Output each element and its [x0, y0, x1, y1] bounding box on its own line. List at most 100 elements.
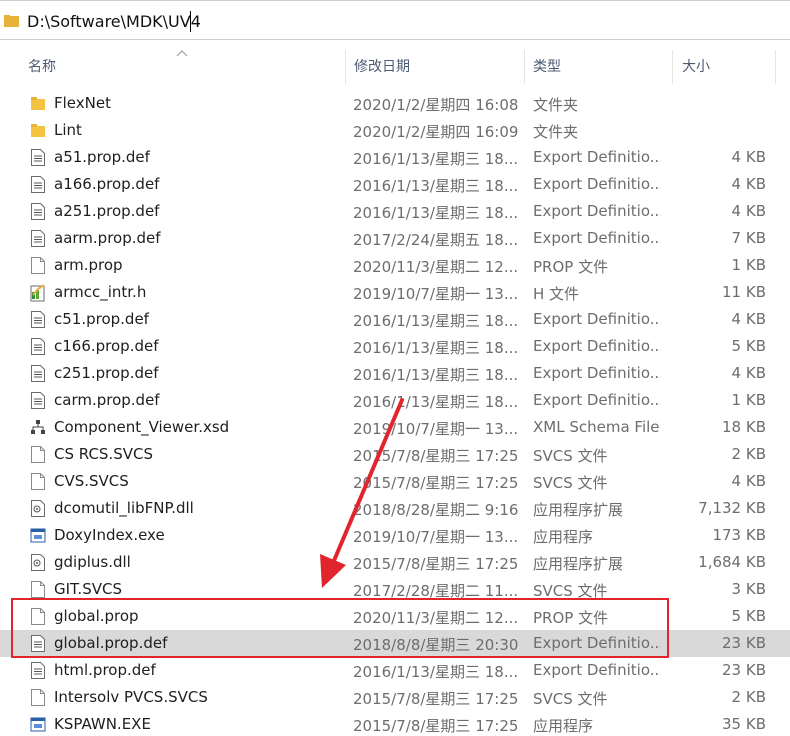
file-size: 5 KB — [731, 607, 766, 625]
file-type: Export Definitio... — [533, 310, 661, 328]
text-file-icon — [30, 391, 46, 410]
file-type: Export Definitio... — [533, 634, 661, 652]
file-row[interactable]: c166.prop.def 2016/1/13/星期三 18... Export D… — [0, 333, 790, 360]
file-row[interactable]: carm.prop.def 2016/1/13/星期三 18... Export D… — [0, 387, 790, 414]
file-type: SVCS 文件 — [533, 582, 608, 600]
file-row[interactable]: aarm.prop.def 2017/2/24/星期五 18... Export D… — [0, 225, 790, 252]
file-modified: 2020/1/2/星期四 16:08 — [353, 96, 519, 114]
file-modified: 2017/2/28/星期二 11... — [353, 582, 519, 600]
file-name: arm.prop — [54, 256, 123, 274]
file-row[interactable]: a51.prop.def 2016/1/13/星期三 18... Export De… — [0, 144, 790, 171]
file-name: Lint — [54, 121, 82, 139]
file-row[interactable]: c251.prop.def 2016/1/13/星期三 18... Export D… — [0, 360, 790, 387]
file-name: dcomutil_libFNP.dll — [54, 499, 194, 517]
column-size[interactable]: 大小 — [682, 50, 710, 84]
file-modified: 2016/1/13/星期三 18... — [353, 204, 519, 222]
file-row[interactable]: global.prop 2020/11/3/星期二 12... PROP 文件 5 K… — [0, 603, 790, 630]
file-name: GIT.SVCS — [54, 580, 122, 598]
file-size: 4 KB — [731, 310, 766, 328]
file-type: SVCS 文件 — [533, 447, 608, 465]
file-type: Export Definitio... — [533, 202, 661, 220]
column-type[interactable]: 类型 — [533, 50, 561, 84]
file-modified: 2016/1/13/星期三 18... — [353, 663, 519, 681]
file-name: carm.prop.def — [54, 391, 160, 409]
file-name: FlexNet — [54, 94, 111, 112]
file-row[interactable]: global.prop.def 2018/8/8/星期三 20:30 Export … — [0, 630, 790, 657]
file-row[interactable]: FlexNet 2020/1/2/星期四 16:08 文件夹 — [0, 90, 790, 117]
file-size: 4 KB — [731, 202, 766, 220]
column-header: 名称 修改日期 类型 大小 — [0, 50, 790, 84]
column-modified[interactable]: 修改日期 — [354, 50, 410, 84]
file-modified: 2019/10/7/星期一 13... — [353, 285, 519, 303]
file-type: Export Definitio... — [533, 229, 661, 247]
column-name[interactable]: 名称 — [28, 50, 56, 84]
file-row[interactable]: dcomutil_libFNP.dll 2018/8/28/星期二 9:16 应用程… — [0, 495, 790, 522]
file-row[interactable]: CS RCS.SVCS 2015/7/8/星期三 17:25 SVCS 文件 2 KB — [0, 441, 790, 468]
file-type: 应用程序扩展 — [533, 501, 624, 519]
file-row[interactable]: CVS.SVCS 2015/7/8/星期三 17:25 SVCS 文件 4 KB — [0, 468, 790, 495]
file-row[interactable]: html.prop.def 2016/1/13/星期三 18... Export D… — [0, 657, 790, 684]
blank-file-icon — [30, 607, 46, 626]
file-type: Export Definitio... — [533, 148, 661, 166]
file-name: Component_Viewer.xsd — [54, 418, 230, 436]
column-divider[interactable] — [775, 50, 776, 84]
file-row[interactable]: Intersolv PVCS.SVCS 2015/7/8/星期三 17:25 SVC… — [0, 684, 790, 711]
exe-file-icon — [30, 526, 46, 545]
text-file-icon — [30, 202, 46, 221]
file-size: 4 KB — [731, 364, 766, 382]
file-row[interactable]: gdiplus.dll 2015/7/8/星期三 17:25 应用程序扩展 1,684… — [0, 549, 790, 576]
address-bar[interactable]: D:\Software\MDK\UV4 — [0, 0, 790, 40]
file-size: 1,684 KB — [698, 553, 766, 571]
file-size: 23 KB — [722, 661, 766, 679]
file-size: 4 KB — [731, 148, 766, 166]
column-divider[interactable] — [672, 50, 673, 84]
file-modified: 2018/8/28/星期二 9:16 — [353, 501, 519, 519]
file-row[interactable]: a251.prop.def 2016/1/13/星期三 18... Export D… — [0, 198, 790, 225]
file-row[interactable]: a166.prop.def 2016/1/13/星期三 18... Export D… — [0, 171, 790, 198]
file-type: Export Definitio... — [533, 391, 661, 409]
file-row[interactable]: armcc_intr.h 2019/10/7/星期一 13... H 文件 11 KB — [0, 279, 790, 306]
file-row[interactable]: c51.prop.def 2016/1/13/星期三 18... Export De… — [0, 306, 790, 333]
file-row[interactable]: GIT.SVCS 2017/2/28/星期二 11... SVCS 文件 3 KB — [0, 576, 790, 603]
file-type: SVCS 文件 — [533, 474, 608, 492]
file-row[interactable]: KSPAWN.EXE 2015/7/8/星期三 17:25 应用程序 35 KB — [0, 711, 790, 736]
file-modified: 2015/7/8/星期三 17:25 — [353, 555, 519, 573]
file-row[interactable]: arm.prop 2020/11/3/星期二 12... PROP 文件 1 KB — [0, 252, 790, 279]
file-name: armcc_intr.h — [54, 283, 147, 301]
file-row[interactable]: DoxyIndex.exe 2019/10/7/星期一 13... 应用程序 173 … — [0, 522, 790, 549]
file-name: c251.prop.def — [54, 364, 159, 382]
file-name: global.prop — [54, 607, 139, 625]
file-name: DoxyIndex.exe — [54, 526, 165, 544]
file-type: 应用程序 — [533, 528, 594, 546]
file-modified: 2016/1/13/星期三 18... — [353, 339, 519, 357]
file-row[interactable]: Component_Viewer.xsd 2019/10/7/星期一 13... X… — [0, 414, 790, 441]
file-size: 2 KB — [731, 688, 766, 706]
file-modified: 2019/10/7/星期一 13... — [353, 420, 519, 438]
file-type: 文件夹 — [533, 96, 579, 114]
file-modified: 2016/1/13/星期三 18... — [353, 177, 519, 195]
file-modified: 2015/7/8/星期三 17:25 — [353, 447, 519, 465]
address-path[interactable]: D:\Software\MDK\UV4 — [27, 12, 201, 31]
column-divider[interactable] — [524, 50, 525, 84]
file-modified: 2016/1/13/星期三 18... — [353, 366, 519, 384]
file-type: SVCS 文件 — [533, 690, 608, 708]
file-type: Export Definitio... — [533, 661, 661, 679]
blank-file-icon — [30, 256, 46, 275]
file-row[interactable]: Lint 2020/1/2/星期四 16:09 文件夹 — [0, 117, 790, 144]
column-divider[interactable] — [345, 50, 346, 84]
file-size: 1 KB — [731, 391, 766, 409]
text-file-icon — [30, 337, 46, 356]
file-modified: 2015/7/8/星期三 17:25 — [353, 717, 519, 735]
file-size: 4 KB — [731, 175, 766, 193]
file-name: c166.prop.def — [54, 337, 159, 355]
dll-file-icon — [30, 553, 46, 572]
file-modified: 2015/7/8/星期三 17:25 — [353, 690, 519, 708]
file-size: 7,132 KB — [698, 499, 766, 517]
file-type: 应用程序扩展 — [533, 555, 624, 573]
file-modified: 2016/1/13/星期三 18... — [353, 312, 519, 330]
text-file-icon — [30, 229, 46, 248]
folder-icon — [30, 94, 46, 113]
file-name: html.prop.def — [54, 661, 156, 679]
file-type: Export Definitio... — [533, 364, 661, 382]
blank-file-icon — [30, 580, 46, 599]
